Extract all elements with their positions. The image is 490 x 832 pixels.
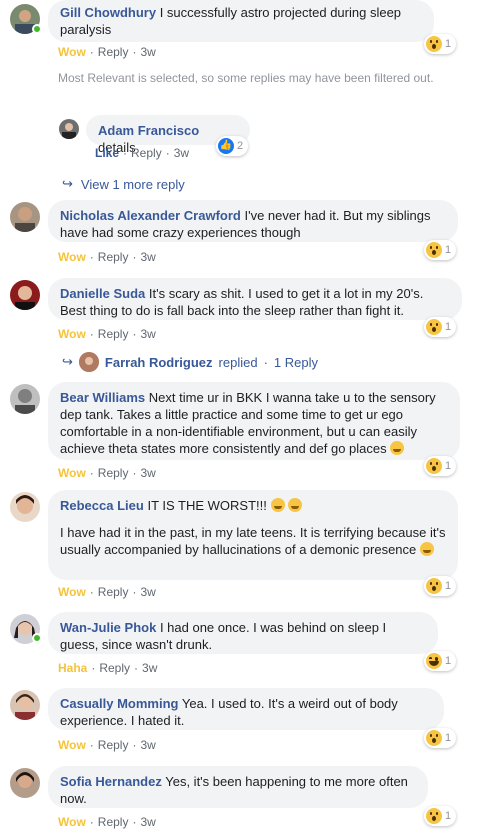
timestamp[interactable]: 3w <box>140 738 155 752</box>
timestamp[interactable]: 3w <box>140 815 155 829</box>
comment-bubble: Danielle Suda It's scary as shit. I used… <box>48 278 462 320</box>
reaction-count[interactable]: 👍 2 <box>216 136 249 156</box>
timestamp[interactable]: 3w <box>140 327 155 341</box>
comment-author[interactable]: Sofia Hernandez <box>60 774 162 789</box>
comment-author[interactable]: Adam Francisco <box>98 123 199 138</box>
wow-icon <box>426 578 442 594</box>
reaction-count[interactable]: 1 <box>424 34 457 54</box>
comment-bubble: Nicholas Alexander Crawford I've never h… <box>48 200 458 242</box>
comment-author[interactable]: Gill Chowdhury <box>60 5 156 20</box>
online-status-indicator <box>32 633 42 643</box>
reply-button[interactable]: Reply <box>98 815 129 829</box>
timestamp[interactable]: 3w <box>140 466 155 480</box>
avatar[interactable] <box>10 690 40 720</box>
comment-author[interactable]: Casually Momming <box>60 696 178 711</box>
reply-button[interactable]: Reply <box>98 466 129 480</box>
filter-notice: Most Relevant is selected, so some repli… <box>58 71 434 85</box>
comment-text-continued: I have had it in the past, in my late te… <box>60 525 446 557</box>
reply-button[interactable]: Reply <box>98 585 129 599</box>
reaction-button[interactable]: Wow <box>58 585 86 599</box>
reaction-count[interactable]: 1 <box>424 806 457 826</box>
reaction-button[interactable]: Wow <box>58 327 86 341</box>
comment-bubble: Rebecca Lieu IT IS THE WORST!!! I have h… <box>48 490 458 580</box>
wow-icon <box>426 319 442 335</box>
avatar[interactable] <box>10 280 40 310</box>
avatar[interactable] <box>59 119 79 139</box>
comment-author[interactable]: Nicholas Alexander Crawford <box>60 208 241 223</box>
comment-author[interactable]: Wan-Julie Phok <box>60 620 156 635</box>
timestamp[interactable]: 3w <box>140 250 155 264</box>
reply-button[interactable]: Reply <box>131 146 162 160</box>
reply-button[interactable]: Reply <box>98 250 129 264</box>
avatar[interactable] <box>10 768 40 798</box>
reply-count: 1 Reply <box>273 354 318 370</box>
wow-icon <box>426 36 442 52</box>
reaction-button[interactable]: Wow <box>58 738 86 752</box>
avatar <box>78 352 99 372</box>
reaction-count[interactable]: 1 <box>424 456 457 476</box>
view-more-label: View 1 more reply <box>80 176 185 192</box>
reply-arrow-icon: ↪ <box>62 354 73 369</box>
flushed-emoji-icon <box>419 542 434 556</box>
timestamp[interactable]: 3w <box>140 45 155 59</box>
replied-label: replied <box>218 354 258 370</box>
reaction-button[interactable]: Wow <box>58 250 86 264</box>
comment-actions: Haha · Reply · 3w <box>58 661 158 675</box>
expressionless-emoji-icon <box>288 498 303 512</box>
view-replies-link[interactable]: ↪ Farrah Rodriguez replied · 1 Reply <box>62 352 318 372</box>
comment-text: IT IS THE WORST!!! <box>147 498 267 513</box>
screaming-emoji-icon <box>270 498 285 512</box>
reaction-count[interactable]: 1 <box>424 651 457 671</box>
wow-icon <box>426 730 442 746</box>
reaction-button[interactable]: Haha <box>58 661 87 675</box>
wow-icon <box>426 808 442 824</box>
reaction-count[interactable]: 1 <box>424 576 457 596</box>
comment-actions: Wow · Reply · 3w <box>58 466 156 480</box>
comment-bubble: Gill Chowdhury I successfully astro proj… <box>48 0 434 42</box>
reaction-button[interactable]: Wow <box>58 45 86 59</box>
reaction-button[interactable]: Like <box>95 146 119 160</box>
comment-actions: Wow · Reply · 3w <box>58 585 156 599</box>
timestamp[interactable]: 3w <box>142 661 157 675</box>
comment-actions: Wow · Reply · 3w <box>58 45 156 59</box>
avatar[interactable] <box>10 492 40 522</box>
reply-button[interactable]: Reply <box>98 45 129 59</box>
avatar[interactable] <box>10 202 40 232</box>
comment-actions: Wow · Reply · 3w <box>58 250 156 264</box>
reply-button[interactable]: Reply <box>98 738 129 752</box>
comment-actions: Like · Reply · 3w <box>95 146 190 160</box>
comment-actions: Wow · Reply · 3w <box>58 327 156 341</box>
comment-bubble: Casually Momming Yea. I used to. It's a … <box>48 688 444 730</box>
reply-button[interactable]: Reply <box>98 327 129 341</box>
online-status-indicator <box>32 24 42 34</box>
reply-button[interactable]: Reply <box>99 661 130 675</box>
like-icon: 👍 <box>218 138 234 154</box>
comment-bubble: Wan-Julie Phok I had one once. I was beh… <box>48 612 438 654</box>
reply-arrow-icon: ↪ <box>62 176 73 191</box>
view-more-replies-link[interactable]: ↪ View 1 more reply <box>62 176 185 192</box>
reply-author: Farrah Rodriguez <box>104 354 213 370</box>
reaction-count[interactable]: 1 <box>424 728 457 748</box>
comment-bubble: Bear Williams Next time ur in BKK I wann… <box>48 382 460 460</box>
wow-icon <box>426 458 442 474</box>
comment-author[interactable]: Rebecca Lieu <box>60 498 144 513</box>
reaction-count[interactable]: 1 <box>424 240 457 260</box>
timestamp[interactable]: 3w <box>140 585 155 599</box>
comment-actions: Wow · Reply · 3w <box>58 815 156 829</box>
avatar[interactable] <box>10 384 40 414</box>
comment-author[interactable]: Bear Williams <box>60 390 145 405</box>
comment-author[interactable]: Danielle Suda <box>60 286 145 301</box>
reaction-count[interactable]: 1 <box>424 317 457 337</box>
timestamp[interactable]: 3w <box>174 146 189 160</box>
comment-actions: Wow · Reply · 3w <box>58 738 156 752</box>
laughing-emoji-icon <box>390 441 405 455</box>
reaction-button[interactable]: Wow <box>58 466 86 480</box>
haha-icon <box>426 653 442 669</box>
reaction-button[interactable]: Wow <box>58 815 86 829</box>
wow-icon <box>426 242 442 258</box>
comment-bubble: Sofia Hernandez Yes, it's been happening… <box>48 766 428 808</box>
